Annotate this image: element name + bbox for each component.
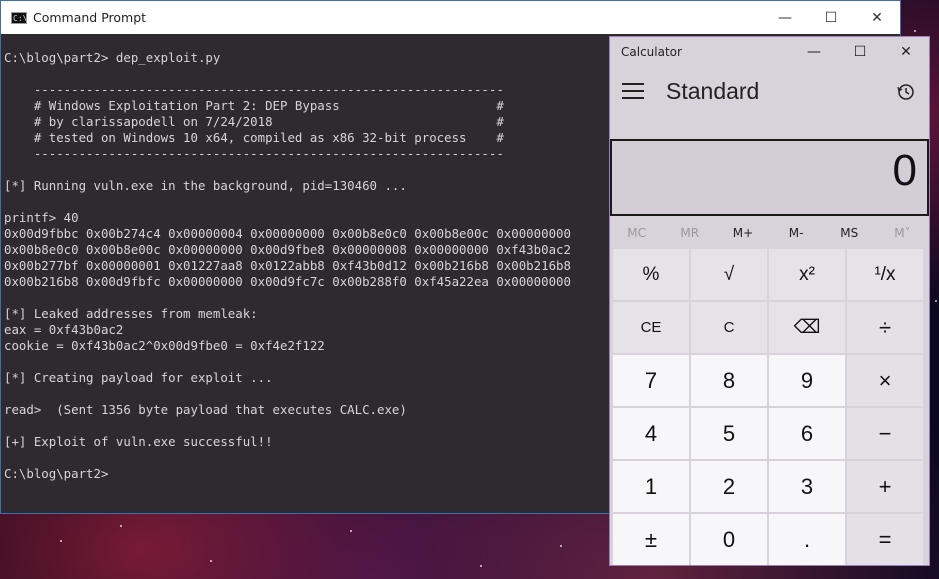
memory-button-1[interactable]: MR <box>663 223 716 243</box>
keypad: % √ x² ¹/x CE C ⌫ ÷ 7 8 9 × 4 5 6− 1 2 3 + ±0. = <box>613 249 927 565</box>
close-button[interactable]: ✕ <box>854 1 900 34</box>
star <box>560 545 562 547</box>
key-button-5[interactable]: C <box>691 302 767 353</box>
console-line: ----------------------------------------… <box>4 146 504 161</box>
console-line: C:\blog\part2> dep_exploit.py <box>4 50 221 65</box>
key-button-18[interactable]: 3 <box>769 461 845 512</box>
cmd-window-title: Command Prompt <box>33 10 147 25</box>
history-icon[interactable] <box>897 83 915 101</box>
memory-button-3[interactable]: M- <box>770 223 823 243</box>
key-button-8[interactable]: 7 <box>613 355 689 406</box>
maximize-button[interactable]: ☐ <box>808 1 854 34</box>
console-line: 0x00b8e0c0 0x00b8e00c 0x00000000 0x00d9f… <box>4 242 571 257</box>
maximize-icon: ☐ <box>824 9 838 26</box>
console-line: [*] Leaked addresses from memleak: <box>4 306 258 321</box>
memory-row: MC MR M+ M- MS M˅ <box>610 223 929 243</box>
console-line: # Windows Exploitation Part 2: DEP Bypas… <box>4 98 504 113</box>
calc-close-button[interactable]: ✕ <box>883 37 929 67</box>
key-button-2[interactable]: x² <box>769 249 845 300</box>
hamburger-menu-icon[interactable] <box>622 83 644 99</box>
memory-button-4[interactable]: MS <box>823 223 876 243</box>
key-button-15[interactable]: − <box>847 408 923 459</box>
console-line: 0x00b216b8 0x00d9fbfc 0x00000000 0x00d9f… <box>4 274 571 289</box>
key-button-4[interactable]: CE <box>613 302 689 353</box>
calc-window-title: Calculator <box>621 45 682 59</box>
key-button-7[interactable]: ÷ <box>847 302 923 353</box>
console-line: printf> 40 <box>4 210 79 225</box>
star <box>935 300 937 302</box>
console-line: read> (Sent 1356 byte payload that execu… <box>4 402 407 417</box>
star <box>60 540 62 542</box>
key-button-11[interactable]: × <box>847 355 923 406</box>
console-line: ----------------------------------------… <box>4 82 504 97</box>
key-button-12[interactable]: 4 <box>613 408 689 459</box>
cmd-titlebar[interactable]: C:\ Command Prompt — ☐ ✕ <box>1 1 900 34</box>
key-button-22[interactable]: . <box>769 514 845 565</box>
calc-maximize-button[interactable]: ☐ <box>837 37 883 67</box>
star <box>350 530 352 532</box>
key-button-3[interactable]: ¹/x <box>847 249 923 300</box>
key-button-9[interactable]: 8 <box>691 355 767 406</box>
key-button-19[interactable]: + <box>847 461 923 512</box>
display-value: 0 <box>892 146 917 195</box>
memory-button-2[interactable]: M+ <box>716 223 769 243</box>
minimize-icon: — <box>778 9 792 26</box>
star <box>480 565 482 567</box>
key-button-16[interactable]: 1 <box>613 461 689 512</box>
maximize-icon: ☐ <box>853 44 867 60</box>
key-button-10[interactable]: 9 <box>769 355 845 406</box>
console-line: cookie = 0xf43b0ac2^0x00d9fbe0 = 0xf4e2f… <box>4 338 325 353</box>
console-line: C:\blog\part2> <box>4 466 109 481</box>
key-button-17[interactable]: 2 <box>691 461 767 512</box>
console-line: [*] Creating payload for exploit ... <box>4 370 273 385</box>
close-icon: ✕ <box>871 9 883 26</box>
key-button-20[interactable]: ± <box>613 514 689 565</box>
calc-minimize-button[interactable]: — <box>791 37 837 67</box>
console-output[interactable]: C:\blog\part2> dep_exploit.py ----------… <box>4 50 608 510</box>
console-line: [+] Exploit of vuln.exe successful!! <box>4 434 273 449</box>
calculator-window[interactable]: Calculator — ☐ ✕ Standard 0 MC MR M+ M- MS M˅… <box>609 36 930 566</box>
key-button-14[interactable]: 6 <box>769 408 845 459</box>
star <box>914 30 916 32</box>
memory-button-5[interactable]: M˅ <box>876 223 929 243</box>
console-line: 0x00b277bf 0x00000001 0x01227aa8 0x0122a… <box>4 258 571 273</box>
key-button-23[interactable]: = <box>847 514 923 565</box>
key-button-21[interactable]: 0 <box>691 514 767 565</box>
console-line: # by clarissapodell on 7/24/2018 # <box>4 114 504 129</box>
key-button-1[interactable]: √ <box>691 249 767 300</box>
memory-button-0[interactable]: MC <box>610 223 663 243</box>
console-line: [*] Running vuln.exe in the background, … <box>4 178 407 193</box>
star <box>210 560 212 562</box>
console-line: # tested on Windows 10 x64, compiled as … <box>4 130 504 145</box>
key-button-13[interactable]: 5 <box>691 408 767 459</box>
close-icon: ✕ <box>900 44 912 60</box>
key-button-0[interactable]: % <box>613 249 689 300</box>
key-button-6[interactable]: ⌫ <box>769 302 845 353</box>
console-line: eax = 0xf43b0ac2 <box>4 322 124 337</box>
star <box>120 525 122 527</box>
calc-display: 0 <box>610 139 929 216</box>
cmd-app-icon: C:\ <box>11 11 28 24</box>
console-line: 0x00d9fbbc 0x00b274c4 0x00000004 0x00000… <box>4 226 571 241</box>
calc-titlebar[interactable]: Calculator — ☐ ✕ <box>610 37 929 67</box>
calc-mode-title: Standard <box>666 77 760 104</box>
minimize-button[interactable]: — <box>762 1 808 34</box>
minimize-icon: — <box>807 44 821 60</box>
